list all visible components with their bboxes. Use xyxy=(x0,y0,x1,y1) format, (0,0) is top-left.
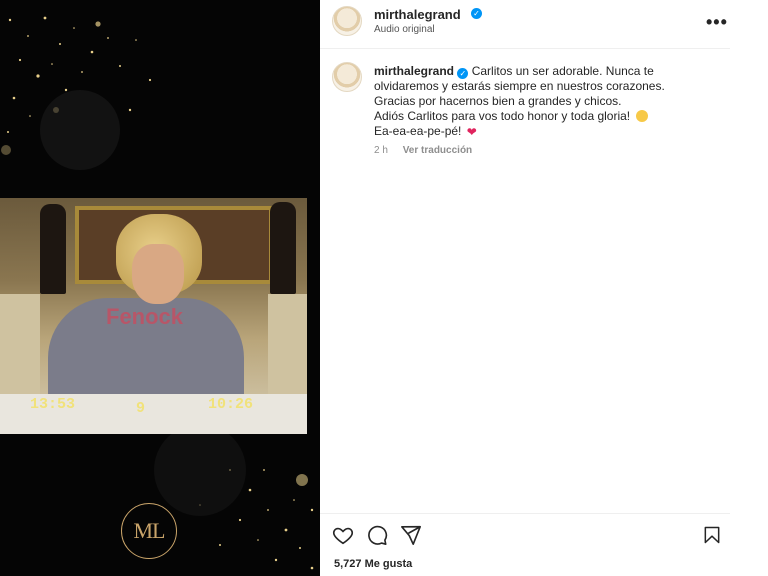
statue-right xyxy=(270,202,296,294)
share-icon[interactable] xyxy=(400,524,422,546)
caption: mirthalegrand ✓ Carlitos un ser adorable… xyxy=(374,64,704,140)
verified-badge-icon: ✓ xyxy=(457,68,469,79)
heart-emoji-icon: ❤ xyxy=(466,125,477,139)
bookmark-icon[interactable] xyxy=(702,524,722,546)
video-timestamp-mid: 9 xyxy=(136,400,146,417)
verified-badge-icon: ✓ xyxy=(471,8,482,19)
video-timestamp-right: 10:26 xyxy=(208,396,254,413)
audio-link[interactable]: Audio original xyxy=(374,24,435,35)
likes-count[interactable]: 5,727 Me gusta xyxy=(334,558,412,570)
caption-meta: 2 h Ver traducción xyxy=(374,145,484,156)
video-timestamp-left: 13:53 xyxy=(30,396,76,413)
ml-logo: ML xyxy=(121,503,177,559)
post-header: mirthalegrand ✓ Audio original ••• xyxy=(320,0,730,49)
statue-left xyxy=(40,204,66,294)
caption-line2: Adiós Carlitos para vos todo honor y tod… xyxy=(374,109,631,123)
emoji-angel-icon xyxy=(635,110,648,122)
heart-icon[interactable] xyxy=(332,524,354,546)
post-media[interactable]: Fenock 13:53 9 10:26 ML xyxy=(0,0,320,576)
caption-avatar[interactable] xyxy=(332,62,362,92)
caption-username[interactable]: mirthalegrand xyxy=(374,64,454,78)
post-time: 2 h xyxy=(374,145,388,156)
more-options-icon[interactable]: ••• xyxy=(706,12,728,33)
video-watermark: Fenock xyxy=(106,304,184,329)
avatar[interactable] xyxy=(332,6,362,36)
comment-icon[interactable] xyxy=(366,524,388,546)
video-frame[interactable]: Fenock 13:53 9 10:26 xyxy=(0,198,307,434)
post-sidebar: mirthalegrand ✓ Audio original ••• mirth… xyxy=(320,0,768,576)
post-username[interactable]: mirthalegrand xyxy=(374,7,461,22)
woman-face xyxy=(132,244,184,304)
translate-link[interactable]: Ver traducción xyxy=(403,145,472,156)
action-bar xyxy=(320,513,730,554)
caption-line3: Ea-ea-ea-pe-pé! xyxy=(374,124,462,138)
